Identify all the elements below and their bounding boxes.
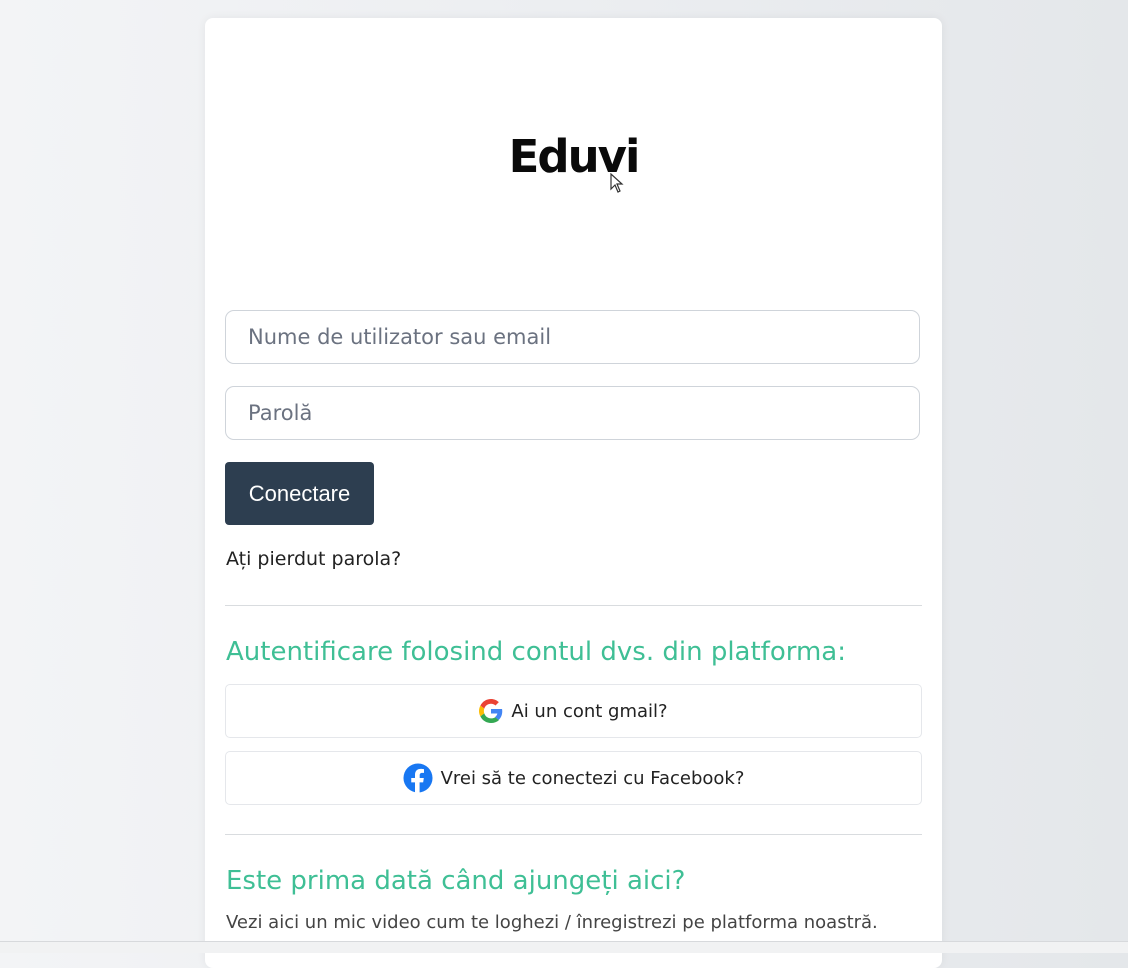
login-button[interactable]: Conectare <box>225 462 374 525</box>
login-card: Eduvi Conectare Ați pierdut parola? Aute… <box>205 18 942 968</box>
forgot-password-link[interactable]: Ați pierdut parola? <box>226 548 401 570</box>
facebook-login-button[interactable]: Vrei să te conectezi cu Facebook? <box>225 751 922 805</box>
password-field[interactable] <box>225 386 920 440</box>
username-input[interactable] <box>246 324 899 350</box>
username-field[interactable] <box>225 310 920 364</box>
facebook-login-label: Vrei să te conectezi cu Facebook? <box>440 767 745 789</box>
facebook-icon <box>403 763 433 793</box>
password-input[interactable] <box>246 400 899 426</box>
eduvi-logo[interactable]: Eduvi <box>205 130 942 183</box>
mouse-cursor-icon <box>610 173 624 193</box>
first-time-text: Vezi aici un mic video cum te loghezi / … <box>226 912 878 933</box>
social-login-heading: Autentificare folosind contul dvs. din p… <box>226 637 846 667</box>
google-login-button[interactable]: Ai un cont gmail? <box>225 684 922 738</box>
google-icon <box>479 699 503 723</box>
first-time-heading: Este prima dată când ajungeți aici? <box>226 866 686 896</box>
google-login-label: Ai un cont gmail? <box>511 700 668 722</box>
divider <box>225 834 922 835</box>
bottom-scroll-bar <box>0 941 1128 953</box>
divider <box>225 605 922 606</box>
